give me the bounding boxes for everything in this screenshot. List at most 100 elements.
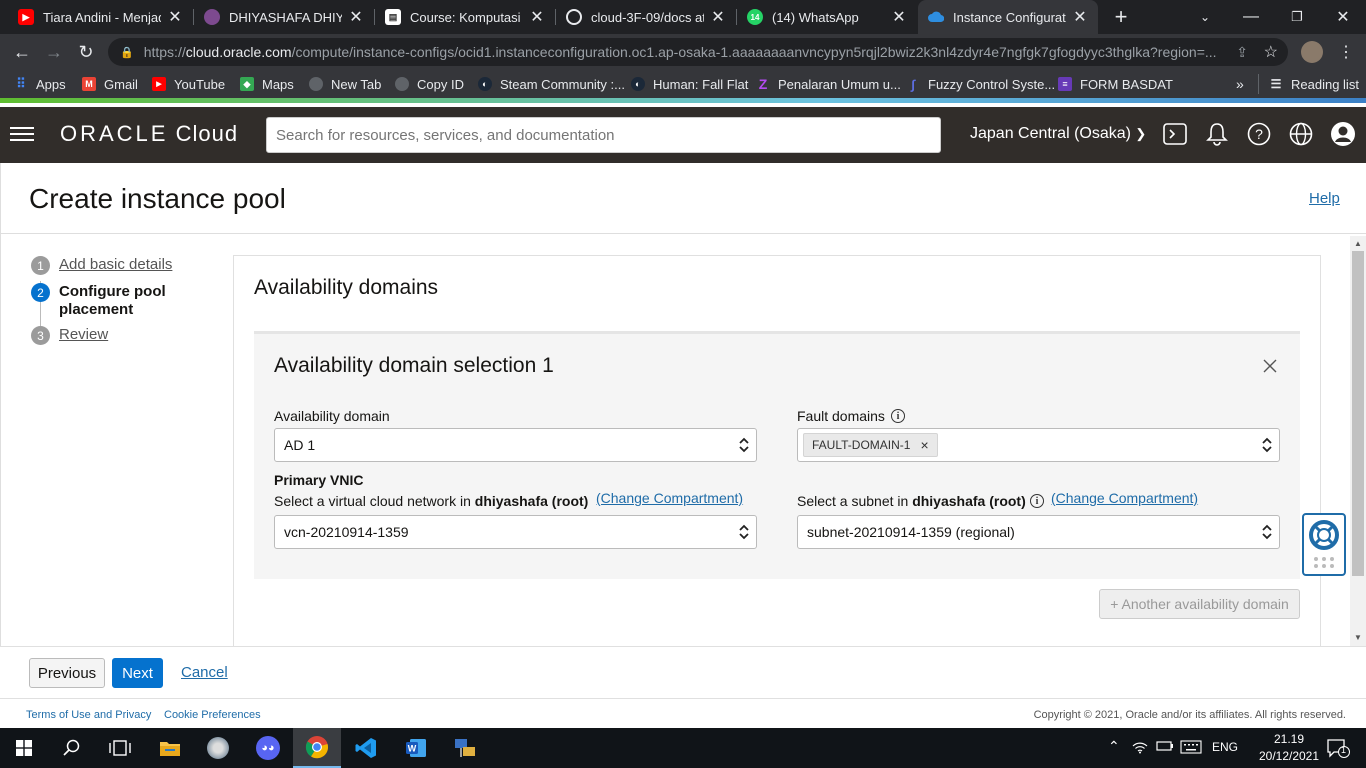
wifi-icon[interactable] <box>1132 740 1148 757</box>
select-arrows-icon <box>739 524 749 540</box>
info-icon[interactable]: i <box>891 409 905 423</box>
notification-center-icon[interactable]: 1 <box>1326 738 1350 761</box>
terms-privacy-link[interactable]: Terms of Use and Privacy <box>26 709 151 721</box>
user-profile-icon[interactable] <box>1330 121 1356 147</box>
battery-icon[interactable] <box>1156 740 1174 755</box>
bookmark-gmail[interactable]: M Gmail <box>82 74 138 94</box>
scroll-down-arrow-icon[interactable]: ▼ <box>1350 630 1366 644</box>
profile-avatar[interactable] <box>1298 38 1326 66</box>
tab-search-icon[interactable]: ⌄ <box>1182 0 1228 34</box>
remove-chip-icon[interactable]: × <box>920 437 928 453</box>
selection-title: Availability domain selection 1 <box>274 354 554 377</box>
fault-domains-multiselect[interactable]: FAULT-DOMAIN-1 × <box>797 428 1280 462</box>
forward-arrow-icon[interactable]: → <box>40 38 68 66</box>
notifications-bell-icon[interactable] <box>1204 121 1230 147</box>
wizard-step-3[interactable]: 3 Review <box>31 326 108 345</box>
bookmark-fuzzy-control[interactable]: ∫ Fuzzy Control Syste... <box>906 74 1055 94</box>
notification-count: 1 <box>1341 745 1347 755</box>
minimize-button[interactable]: — <box>1228 0 1274 34</box>
back-arrow-icon[interactable]: ← <box>8 38 36 66</box>
restore-button[interactable]: ❐ <box>1274 0 1320 34</box>
wizard-step-1[interactable]: 1 Add basic details <box>31 256 172 275</box>
close-icon[interactable]: ✕ <box>348 7 364 27</box>
help-widget[interactable] <box>1302 513 1346 576</box>
help-question-icon[interactable]: ? <box>1246 121 1272 147</box>
share-icon[interactable]: ⇪ <box>1236 44 1248 61</box>
chrome-icon[interactable] <box>293 728 341 768</box>
bookmark-human-fall-flat[interactable]: ◐ Human: Fall Flat <box>631 74 748 94</box>
settings-tool-icon[interactable] <box>194 728 242 768</box>
more-bookmarks-icon[interactable]: » <box>1236 74 1244 94</box>
menu-kebab-icon[interactable]: ⋮ <box>1332 38 1360 66</box>
address-bar[interactable]: 🔒 https://cloud.oracle.com/compute/insta… <box>108 38 1288 66</box>
availability-domain-label: Availability domain <box>274 408 390 424</box>
bookmark-maps[interactable]: ◆ Maps <box>240 74 294 94</box>
bookmark-penalaran-umum[interactable]: Z Penalaran Umum u... <box>756 74 901 94</box>
bookmark-steam-community[interactable]: ◐ Steam Community :... <box>478 74 625 94</box>
info-icon[interactable]: i <box>1030 494 1044 508</box>
help-link[interactable]: Help <box>1309 190 1340 207</box>
word-icon[interactable]: W <box>392 728 440 768</box>
browser-tab[interactable]: DHIYASHAFA DHIYAH ✕ <box>194 0 374 34</box>
subnet-change-compartment-link[interactable]: (Change Compartment) <box>1051 490 1198 506</box>
clock-time: 21.19 <box>1273 732 1305 746</box>
bookmark-copy-id[interactable]: Copy ID <box>395 74 464 94</box>
scroll-up-arrow-icon[interactable]: ▲ <box>1350 236 1366 250</box>
clock[interactable]: 21.19 20/12/2021 <box>1256 731 1322 765</box>
bookmark-apps[interactable]: ⠿ Apps <box>14 74 65 94</box>
subnet-select[interactable]: subnet-20210914-1359 (regional) <box>797 515 1280 549</box>
vcn-change-compartment-link[interactable]: (Change Compartment) <box>596 490 743 506</box>
bookmark-star-icon[interactable]: ☆ <box>1264 42 1278 62</box>
select-value: AD 1 <box>284 437 316 453</box>
reading-list[interactable]: ☰ Reading list <box>1258 74 1359 94</box>
cancel-link[interactable]: Cancel <box>181 664 228 681</box>
cookie-preferences-link[interactable]: Cookie Preferences <box>164 709 261 721</box>
svg-text:?: ? <box>1255 126 1263 142</box>
keyboard-icon[interactable] <box>1180 740 1202 757</box>
add-another-availability-domain-button[interactable]: + Another availability domain <box>1099 589 1300 619</box>
globe-icon <box>395 77 409 91</box>
language-globe-icon[interactable] <box>1288 121 1314 147</box>
vcn-select[interactable]: vcn-20210914-1359 <box>274 515 757 549</box>
discord-icon[interactable]: ◕◕ <box>244 728 292 768</box>
primary-vnic-label: Primary VNIC <box>274 472 364 488</box>
show-hidden-icons-chevron-up-icon[interactable]: ⌃ <box>1108 738 1120 755</box>
vscode-icon[interactable] <box>342 728 390 768</box>
browser-tab[interactable]: 14 (14) WhatsApp ✕ <box>737 0 917 34</box>
university-icon <box>204 9 220 25</box>
next-button[interactable]: Next <box>112 658 163 688</box>
scrollbar-thumb[interactable] <box>1352 251 1364 576</box>
window-close-button[interactable]: ✕ <box>1320 0 1366 34</box>
file-explorer-icon[interactable] <box>146 728 194 768</box>
availability-domain-select[interactable]: AD 1 <box>274 428 757 462</box>
browser-tab[interactable]: cloud-3F-09/docs at main ✕ <box>556 0 736 34</box>
region-selector[interactable]: Japan Central (Osaka) ❯ <box>970 125 1146 143</box>
remove-selection-close-icon[interactable] <box>1260 356 1280 376</box>
reload-icon[interactable]: ↻ <box>72 38 100 66</box>
oracle-cloud-logo[interactable]: ORACLE Cloud <box>60 121 238 147</box>
network-tool-icon[interactable] <box>441 728 489 768</box>
previous-button[interactable]: Previous <box>29 658 105 688</box>
close-icon[interactable]: ✕ <box>1072 7 1088 27</box>
github-icon <box>566 9 582 25</box>
bookmark-form-basdat[interactable]: ≡ FORM BASDAT <box>1058 74 1173 94</box>
close-icon[interactable]: ✕ <box>710 7 726 27</box>
browser-tab[interactable]: ▤ Course: Komputasi Awan ✕ <box>375 0 555 34</box>
youtube-icon: ▶ <box>152 77 166 91</box>
browser-tab[interactable]: ▶ Tiara Andini - Menjadi Dia ✕ <box>8 0 193 34</box>
close-icon[interactable]: ✕ <box>167 7 183 27</box>
windows-start-icon[interactable] <box>0 728 48 768</box>
browser-toolbar: ← → ↻ 🔒 https://cloud.oracle.com/compute… <box>0 34 1366 70</box>
search-icon[interactable] <box>48 728 96 768</box>
close-icon[interactable]: ✕ <box>891 7 907 27</box>
cloud-shell-icon[interactable] <box>1162 121 1188 147</box>
language-indicator[interactable]: ENG <box>1212 740 1238 754</box>
global-search-input[interactable] <box>266 117 941 153</box>
new-tab-button[interactable]: + <box>1098 0 1144 34</box>
task-view-icon[interactable] <box>96 728 144 768</box>
hamburger-menu-icon[interactable] <box>10 123 34 145</box>
bookmark-new-tab[interactable]: New Tab <box>309 74 381 94</box>
close-icon[interactable]: ✕ <box>529 7 545 27</box>
browser-tab-active[interactable]: Instance Configuration ✕ <box>918 0 1098 34</box>
bookmark-youtube[interactable]: ▶ YouTube <box>152 74 225 94</box>
